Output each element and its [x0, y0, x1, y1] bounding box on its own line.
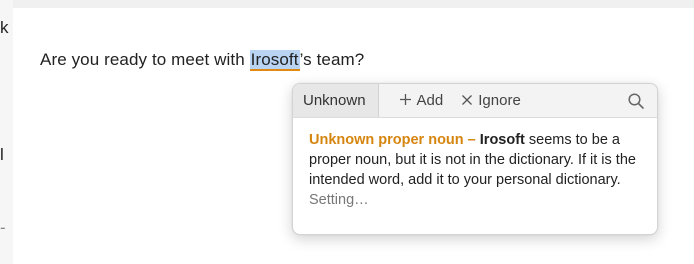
ignore-button-label: Ignore	[478, 92, 521, 109]
x-icon	[461, 92, 473, 109]
sentence-text-after: ’s team?	[299, 50, 365, 69]
tab-unknown[interactable]: Unknown	[293, 84, 379, 117]
add-to-dictionary-button[interactable]: Add	[399, 92, 444, 109]
sentence-text-before: Are you ready to meet with	[40, 50, 250, 69]
add-button-label: Add	[416, 92, 444, 109]
settings-link[interactable]: Setting…	[309, 192, 369, 208]
flagged-word[interactable]: Irosoft	[249, 50, 300, 71]
background-window-edge-char: k	[0, 18, 9, 37]
spelling-suggestion-popup: Unknown Add Ignore Unknown proper noun –…	[292, 83, 658, 235]
tab-unknown-label: Unknown	[303, 92, 366, 109]
popup-message: Unknown proper noun – Irosoft seems to b…	[293, 118, 657, 210]
plus-icon	[399, 92, 412, 109]
issue-term: Irosoft	[479, 132, 525, 148]
search-button[interactable]	[627, 92, 645, 110]
issue-headline: Unknown proper noun –	[309, 132, 476, 148]
background-window-edge-char: l	[0, 145, 4, 164]
document-sentence[interactable]: Are you ready to meet with Irosoft’s tea…	[40, 50, 365, 71]
search-icon	[627, 93, 645, 114]
document-top-bar	[13, 0, 694, 8]
popup-toolbar: Unknown Add Ignore	[293, 84, 657, 118]
background-window-edge-char: -	[0, 218, 6, 237]
ignore-button[interactable]: Ignore	[461, 92, 521, 109]
screen: k l - Are you ready to meet with Irosoft…	[0, 0, 694, 264]
